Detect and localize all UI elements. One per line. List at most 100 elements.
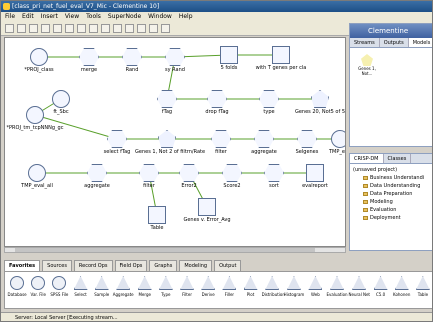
stream-node-label: Genes 20, Not5 of 5: [294, 109, 346, 115]
menu-tools[interactable]: Tools: [86, 12, 101, 22]
palette-node[interactable]: C5.0: [370, 272, 390, 308]
project-folder-label: Evaluation: [370, 207, 397, 213]
palette-node[interactable]: Derive: [198, 272, 218, 308]
stream-node[interactable]: with T genes per cla: [249, 46, 313, 71]
hex-node-icon: [179, 164, 199, 182]
project-folder-label: Data Understanding: [370, 183, 421, 189]
palette-tabs: Favorites Sources Record Ops Field Ops Graph…: [4, 260, 432, 271]
stream-node-label: *PROJ_tm_tcpNNNg_gc: [6, 125, 64, 131]
menu-help[interactable]: Help: [179, 12, 193, 22]
paste-icon[interactable]: [77, 24, 86, 33]
palette-node[interactable]: Table: [413, 272, 432, 308]
database-icon: [10, 276, 25, 290]
project-folder[interactable]: Business Understandi: [353, 174, 430, 182]
open-icon[interactable]: [17, 24, 26, 33]
palette-node[interactable]: Type: [156, 272, 176, 308]
palette-node[interactable]: Plot: [240, 272, 260, 308]
undo-icon[interactable]: [89, 24, 98, 33]
project-folder-label: Modeling: [370, 199, 393, 205]
folder-icon: [363, 208, 368, 212]
zoom-icon[interactable]: [137, 24, 146, 33]
circle-node-icon: [30, 48, 48, 66]
copy-icon[interactable]: [65, 24, 74, 33]
stream-node[interactable]: TMP_eva: [308, 130, 345, 155]
hex-node-icon: [211, 130, 231, 148]
menu-window[interactable]: Window: [148, 12, 172, 22]
run-icon[interactable]: [113, 24, 122, 33]
palette-tab-modeling[interactable]: Modeling: [179, 260, 213, 271]
title-bar: [class_pri_net_fuel_eval_V7_Mic - Clemen…: [1, 1, 432, 12]
palette-node[interactable]: Evaluation: [326, 272, 348, 308]
project-folder[interactable]: Data Understanding: [353, 182, 430, 190]
menu-file[interactable]: File: [5, 12, 15, 22]
stream-node[interactable]: *PROJ_tm_tcpNNNg_gc: [5, 106, 67, 131]
palette-tab-favorites[interactable]: Favorites: [4, 260, 41, 271]
tab-streams[interactable]: Streams: [350, 38, 380, 47]
horizontal-scrollbar[interactable]: [4, 247, 346, 253]
palette-tab-field-ops[interactable]: Field Ops: [114, 260, 148, 271]
tab-classes[interactable]: Classes: [384, 154, 412, 163]
status-bar: Server: Local Server [Executing stream..…: [1, 312, 432, 321]
node-palette: Database Var. File SPSS File Select Sample Ag…: [4, 271, 432, 309]
palette-node[interactable]: Aggregate: [113, 272, 134, 308]
stop-icon[interactable]: [125, 24, 134, 33]
settings-icon[interactable]: [149, 24, 158, 33]
palette-node[interactable]: Database: [7, 272, 27, 308]
project-folder[interactable]: Evaluation: [353, 206, 430, 214]
palette-node[interactable]: Merge: [135, 272, 155, 308]
cut-icon[interactable]: [53, 24, 62, 33]
palette-node[interactable]: Var. File: [28, 272, 48, 308]
palette-node[interactable]: Kohonen: [392, 272, 412, 308]
redo-icon[interactable]: [101, 24, 110, 33]
hex-node-icon: [207, 90, 227, 108]
distribution-icon: [265, 276, 280, 290]
stream-node-label: TMP_eval_all: [21, 183, 53, 189]
stream-node[interactable]: evalreport: [283, 164, 345, 189]
c5-0-icon: [373, 276, 388, 290]
square-node-icon: [272, 46, 290, 64]
palette-node[interactable]: Filter: [177, 272, 197, 308]
palette-node[interactable]: Distribution: [262, 272, 285, 308]
menu-edit[interactable]: Edit: [22, 12, 34, 22]
model-nugget[interactable]: Genes 1, Not...: [353, 54, 381, 76]
square-node-icon: [220, 46, 238, 64]
tab-models[interactable]: Models: [408, 38, 432, 47]
tab-outputs[interactable]: Outputs: [380, 38, 409, 47]
palette-node[interactable]: Neural Net: [348, 272, 370, 308]
new-icon[interactable]: [5, 24, 14, 33]
help-icon[interactable]: [161, 24, 170, 33]
palette-node-label: Web: [311, 292, 320, 297]
project-folder-label: Deployment: [370, 215, 401, 221]
palette-tab-graphs[interactable]: Graphs: [149, 260, 178, 271]
neural-net-icon: [351, 276, 366, 290]
project-folder[interactable]: Deployment: [353, 214, 430, 222]
menu-view[interactable]: View: [65, 12, 79, 22]
project-root[interactable]: (unsaved project): [353, 166, 430, 174]
palette-node-label: Plot: [246, 292, 255, 297]
menu-supernode[interactable]: SuperNode: [108, 12, 141, 22]
palette-node-label: Type: [161, 292, 171, 297]
project-folder[interactable]: Data Preparation: [353, 190, 430, 198]
scrollbar-thumb[interactable]: [15, 248, 315, 252]
tab-crisp-dm[interactable]: CRISP-DM: [350, 154, 384, 163]
palette-node[interactable]: Histogram: [284, 272, 304, 308]
palette-node[interactable]: Select: [70, 272, 90, 308]
palette-node[interactable]: SPSS File: [49, 272, 69, 308]
menu-insert[interactable]: Insert: [41, 12, 58, 22]
palette-tab-sources[interactable]: Sources: [42, 260, 72, 271]
stream-node[interactable]: Table: [125, 206, 189, 231]
folder-icon: [363, 200, 368, 204]
project-folder[interactable]: Modeling: [353, 198, 430, 206]
stream-node[interactable]: TMP_eval_all: [5, 164, 69, 189]
palette-node[interactable]: Web: [305, 272, 325, 308]
palette-node[interactable]: Filler: [219, 272, 239, 308]
hex-node-icon: [122, 48, 142, 66]
hex-node-icon: [222, 164, 242, 182]
print-icon[interactable]: [41, 24, 50, 33]
stream-canvas[interactable]: *PROJ_class merge Rand sy Rand 5 folds with T…: [4, 37, 346, 247]
palette-tab-record-ops[interactable]: Record Ops: [73, 260, 113, 271]
palette-node[interactable]: Sample: [92, 272, 112, 308]
stream-node[interactable]: Genes 20, Not5 of 5: [288, 90, 346, 115]
palette-tab-output[interactable]: Output: [214, 260, 242, 271]
save-icon[interactable]: [29, 24, 38, 33]
